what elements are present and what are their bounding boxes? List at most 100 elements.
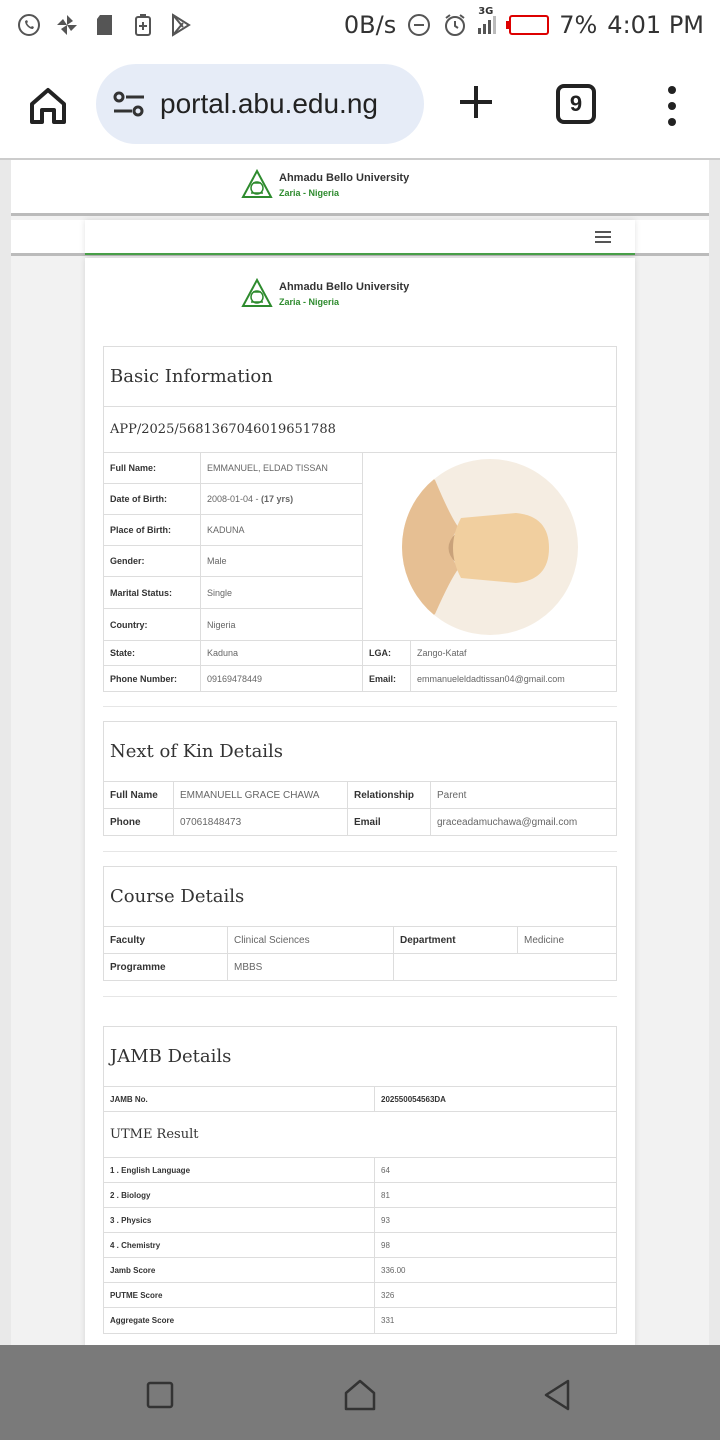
tab-switcher-button[interactable]: 9 <box>556 84 596 124</box>
pob-label: Place of Birth: <box>104 515 201 545</box>
marital-status-value: Single <box>207 587 233 598</box>
utme-subject-label: 4 . Chemistry <box>104 1233 375 1257</box>
section-title: Basic Information <box>104 347 616 407</box>
jamb-no-label: JAMB No. <box>104 1087 375 1111</box>
pob-value: KADUNA <box>207 525 245 535</box>
card-brand: Ahmadu Bello University Zaria - Nigeria <box>241 278 409 310</box>
battery-icon <box>506 15 550 35</box>
brand-subtitle: Zaria - Nigeria <box>279 188 340 198</box>
aggregate-score-label: Aggregate Score <box>104 1308 375 1333</box>
main-card: Ahmadu Bello University Zaria - Nigeria … <box>85 258 635 1345</box>
lga-label: LGA: <box>363 641 411 665</box>
email-label: Email: <box>363 666 411 691</box>
recents-button[interactable] <box>140 1375 180 1415</box>
state-label: State: <box>104 641 201 665</box>
jamb-no-value: 202550054563DA <box>381 1094 446 1104</box>
department-label: Department <box>394 927 518 953</box>
home-icon <box>344 1379 376 1411</box>
dob-value: 2008-01-04 - (17 yrs) <box>201 484 362 514</box>
url-text[interactable]: portal.abu.edu.ng <box>160 88 378 120</box>
gender-value: Male <box>207 556 227 566</box>
brand-name: Ahmadu Bello University <box>279 172 410 184</box>
faculty-label: Faculty <box>104 927 228 953</box>
avatar-placeholder-icon <box>401 458 578 635</box>
system-nav-bar <box>0 1345 720 1440</box>
more-vert-icon <box>668 86 676 126</box>
divider <box>103 996 617 997</box>
abu-logo-icon <box>241 278 273 307</box>
utme-subject-score: 81 <box>381 1190 390 1200</box>
section-title: Course Details <box>104 867 616 927</box>
status-bar: 0B/s 3G 7% 4:01 PM <box>0 0 720 50</box>
dob-date: 2008-01-04 - <box>207 494 262 504</box>
clock: 4:01 PM <box>607 11 704 39</box>
aggregate-score-value: 331 <box>381 1316 395 1325</box>
gender-label: Gender: <box>104 546 201 576</box>
kin-phone-label: Phone <box>104 809 174 836</box>
putme-score-label: PUTME Score <box>104 1283 375 1307</box>
kin-email-value: graceadamuchawa@gmail.com <box>437 817 578 828</box>
web-content: Ahmadu Bello University Zaria - Nigeria … <box>0 160 720 1345</box>
battery-saver-icon <box>130 12 156 38</box>
putme-score-value: 326 <box>381 1290 395 1300</box>
new-tab-button[interactable] <box>456 82 496 122</box>
kin-relationship-value: Parent <box>437 789 467 801</box>
battery-level: 7% <box>559 11 598 39</box>
jamb-details-section: JAMB Details JAMB No. 202550054563DA UTME… <box>103 1026 617 1334</box>
email-value: emmanueleldadtissan04@gmail.com <box>417 673 565 684</box>
kin-phone-value: 07061848473 <box>174 809 348 836</box>
top-header: Ahmadu Bello University Zaria - Nigeria <box>11 160 709 216</box>
country-value: Nigeria <box>207 620 236 630</box>
alarm-icon <box>442 12 468 38</box>
divider <box>103 706 617 707</box>
phone-value: 09169478449 <box>201 666 363 691</box>
utme-subject-label: 2 . Biology <box>104 1183 375 1207</box>
network-type: 3G <box>478 6 494 17</box>
signal-icon: 3G <box>478 6 497 34</box>
home-button[interactable] <box>24 82 72 130</box>
programme-label: Programme <box>104 954 228 981</box>
whatsapp-icon <box>16 12 42 38</box>
full-name-value: EMMANUEL, ELDAD TISSAN <box>207 463 328 473</box>
hamburger-menu-icon[interactable] <box>595 230 611 244</box>
basic-info-section: Basic Information APP/2025/5681367046019… <box>103 346 617 692</box>
brand-name: Ahmadu Bello University <box>279 281 410 293</box>
browser-toolbar: portal.abu.edu.ng 9 <box>0 50 720 160</box>
jamb-score-value: 336.00 <box>381 1265 406 1275</box>
sd-card-icon <box>92 12 118 38</box>
programme-value: MBBS <box>228 954 394 981</box>
net-speed: 0B/s <box>343 11 397 39</box>
state-value: Kaduna <box>201 641 363 665</box>
square-icon <box>146 1381 174 1409</box>
section-title: JAMB Details <box>104 1027 616 1087</box>
section-title: Next of Kin Details <box>104 722 616 782</box>
utme-result-title: UTME Result <box>104 1112 616 1158</box>
utme-subject-label: 3 . Physics <box>104 1208 375 1232</box>
play-store-icon <box>168 12 194 38</box>
marital-status-label: Marital Status: <box>104 577 201 608</box>
divider <box>103 851 617 852</box>
browser-menu-button[interactable] <box>662 82 682 130</box>
next-of-kin-section: Next of Kin Details Full Name EMMANUELL G… <box>103 721 617 836</box>
kin-name-value: EMMANUELL GRACE CHAWA <box>174 782 348 808</box>
course-details-section: Course Details Faculty Clinical Sciences D… <box>103 866 617 981</box>
brand-subtitle: Zaria - Nigeria <box>279 297 340 307</box>
application-number: APP/2025/5681367046019651788 <box>104 407 616 453</box>
site-settings-icon[interactable] <box>112 89 146 119</box>
dob-label: Date of Birth: <box>104 484 201 514</box>
kin-email-label: Email <box>348 809 431 836</box>
utme-subject-label: 1 . English Language <box>104 1158 375 1182</box>
country-label: Country: <box>104 609 201 641</box>
brand[interactable]: Ahmadu Bello University Zaria - Nigeria <box>241 169 409 201</box>
back-button[interactable] <box>538 1375 578 1415</box>
abu-logo-icon <box>241 169 273 198</box>
kin-relationship-label: Relationship <box>348 782 431 808</box>
department-value: Medicine <box>524 934 565 946</box>
kin-name-label: Full Name <box>104 782 174 808</box>
utme-subject-score: 64 <box>381 1165 390 1175</box>
address-bar[interactable]: portal.abu.edu.ng <box>96 64 424 144</box>
faculty-value: Clinical Sciences <box>228 927 394 953</box>
lga-value: Zango-Kataf <box>417 648 467 658</box>
system-home-button[interactable] <box>340 1375 380 1415</box>
age: (17 yrs) <box>261 494 294 504</box>
